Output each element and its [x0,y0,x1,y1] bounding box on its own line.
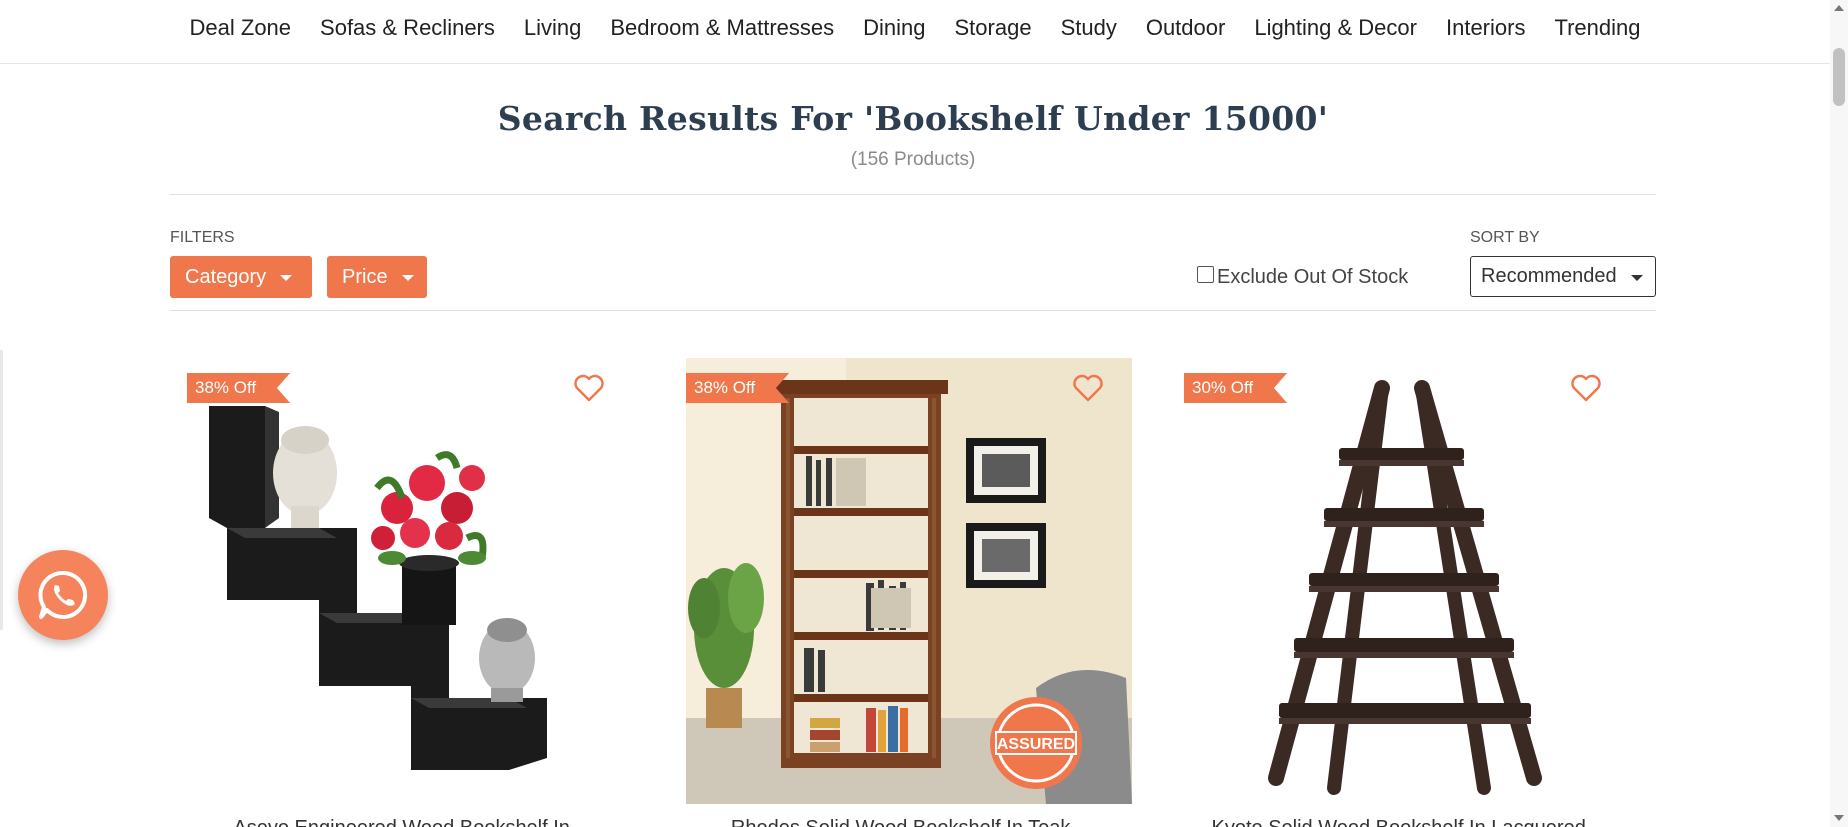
product-image[interactable]: 30% Off [1184,358,1630,804]
heart-outline-icon[interactable] [1072,373,1104,403]
product-name[interactable]: Kyoto Solid Wood Bookshelf In Lacquered.… [1184,817,1630,827]
whatsapp-icon [38,570,88,619]
nav-item-living[interactable]: Living [524,15,581,41]
heart-outline-icon[interactable] [1570,373,1602,403]
caret-down-icon [280,275,293,281]
svg-text:ASSURED: ASSURED [997,736,1075,753]
caret-down-icon [1631,275,1643,281]
sort-selected-value: Recommended [1481,265,1617,287]
top-nav: Deal Zone Sofas & Recliners Living Bedro… [0,0,1830,64]
nav-item-bedroom-mattresses[interactable]: Bedroom & Mattresses [610,15,834,41]
nav-item-outdoor[interactable]: Outdoor [1146,15,1226,41]
nav-item-interiors[interactable]: Interiors [1446,15,1525,41]
price-filter-label: Price [342,265,388,288]
discount-badge: 30% Off [1184,373,1288,403]
nav-item-sofas-recliners[interactable]: Sofas & Recliners [320,15,495,41]
nav-item-lighting-decor[interactable]: Lighting & Decor [1254,15,1417,41]
product-name[interactable]: Aseyo Engineered Wood Bookshelf In... [187,817,633,827]
filter-bar: FILTERS Category Price Exclude Out Of St… [170,196,1656,311]
caret-down-icon [401,275,414,281]
discount-badge: 38% Off [187,373,291,403]
nav-item-dining[interactable]: Dining [863,15,925,41]
nav-item-deal-zone[interactable]: Deal Zone [190,15,292,41]
filters-label: FILTERS [170,229,235,246]
category-filter-label: Category [185,265,267,288]
heart-outline-icon[interactable] [573,373,605,403]
scroll-up-arrow-icon[interactable] [1834,5,1844,11]
product-image[interactable]: ASSURED 38% Off [686,358,1132,804]
exclude-out-of-stock-label: Exclude Out Of Stock [1217,266,1409,288]
discount-badge: 38% Off [686,373,790,403]
side-panel-edge [0,350,3,630]
exclude-out-of-stock-checkbox[interactable] [1197,266,1214,283]
nav-item-storage[interactable]: Storage [955,15,1032,41]
exclude-out-of-stock-toggle[interactable]: Exclude Out Of Stock [1197,266,1408,289]
product-image[interactable]: 38% Off [187,358,633,804]
sort-label: SORT BY [1470,229,1540,246]
scrollbar-thumb[interactable] [1833,48,1845,106]
category-filter-button[interactable]: Category [170,256,312,298]
product-name[interactable]: Rhodes Solid Wood Bookshelf In Teak... [686,817,1132,827]
nav-item-study[interactable]: Study [1061,15,1117,41]
product-card[interactable]: 38% Off Aseyo Engineered Wood Bookshelf … [187,358,633,827]
whatsapp-button[interactable] [18,550,108,640]
product-card[interactable]: 30% Off Kyoto Solid Wood Bookshelf In La… [1184,358,1630,827]
nav-item-trending[interactable]: Trending [1554,15,1640,41]
results-count: (156 Products) [850,149,976,170]
scroll-down-arrow-icon[interactable] [1834,815,1844,821]
page-title: Search Results For 'Bookshelf Under 1500… [497,99,1329,138]
scrollbar[interactable] [1830,0,1848,827]
price-filter-button[interactable]: Price [327,256,427,298]
sort-select[interactable]: Recommended [1470,256,1656,297]
results-header: Search Results For 'Bookshelf Under 1500… [170,64,1656,195]
product-card[interactable]: ASSURED 38% Off Rhodes Solid Wood Booksh… [686,358,1132,827]
